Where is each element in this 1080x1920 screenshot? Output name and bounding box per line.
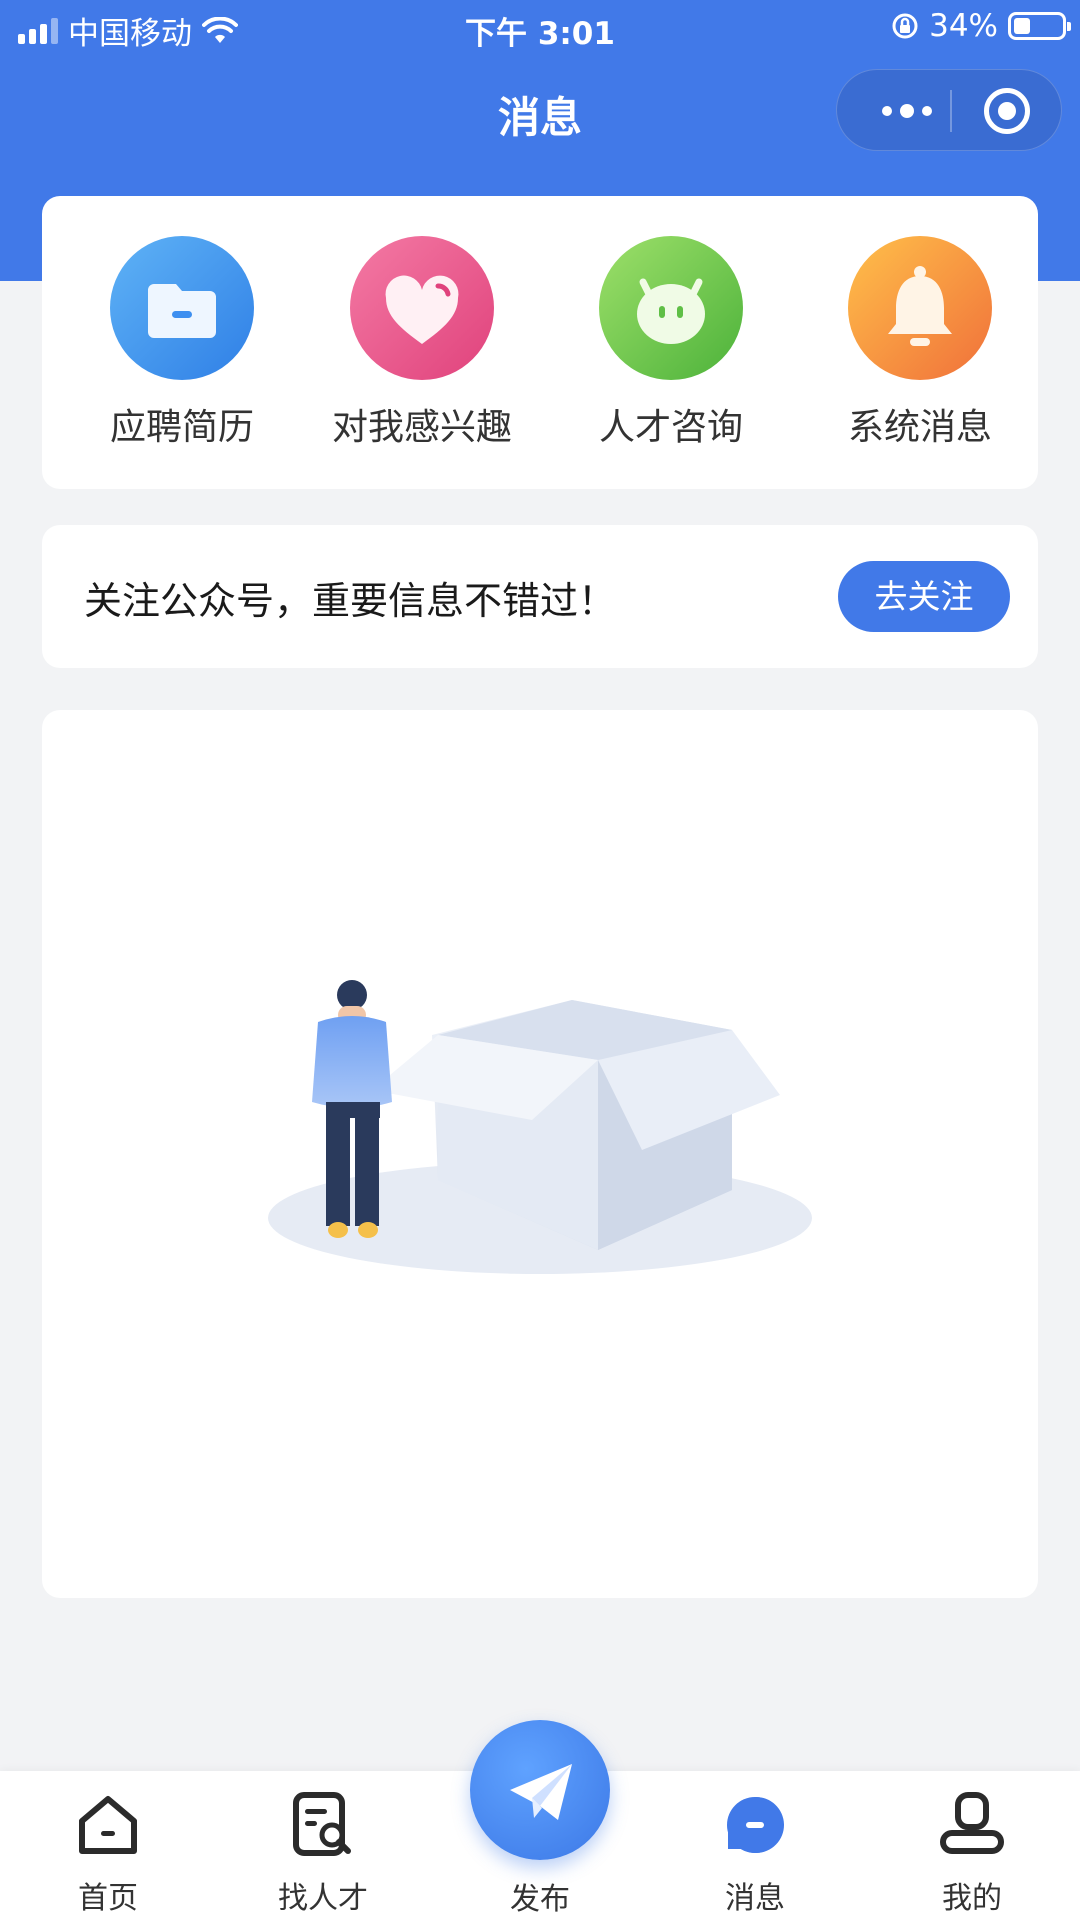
quick-action-resume[interactable]: 应聘简历 <box>72 236 292 450</box>
tab-mine[interactable]: 我的 <box>897 1789 1047 1917</box>
quick-actions-card: 应聘简历 对我感兴趣 人才咨询 系统消息 <box>42 196 1038 489</box>
tab-messages[interactable]: 消息 <box>680 1789 830 1917</box>
heart-icon <box>350 236 494 380</box>
tab-label: 找人才 <box>278 1881 368 1916</box>
tab-find-talent[interactable]: 找人才 <box>248 1789 398 1917</box>
tab-home[interactable]: 首页 <box>33 1789 183 1917</box>
empty-state-illustration <box>268 980 812 1274</box>
rotation-lock-icon <box>892 13 918 39</box>
message-list-card <box>42 710 1038 1598</box>
quick-action-system[interactable]: 系统消息 <box>810 236 1030 450</box>
paper-plane-icon <box>510 1764 572 1820</box>
search-document-icon <box>288 1789 358 1859</box>
quick-action-consult[interactable]: 人才咨询 <box>561 236 781 450</box>
folder-icon <box>110 236 254 380</box>
follow-button[interactable]: 去关注 <box>838 561 1010 632</box>
follow-banner-text: 关注公众号，重要信息不错过！ <box>84 579 617 623</box>
bell-icon <box>848 236 992 380</box>
quick-action-label: 系统消息 <box>847 407 992 448</box>
quick-action-interested[interactable]: 对我感兴趣 <box>312 236 532 450</box>
user-icon <box>937 1789 1007 1859</box>
quick-action-label: 对我感兴趣 <box>331 407 512 448</box>
battery-icon <box>1008 12 1071 40</box>
smiley-devil-icon <box>599 236 743 380</box>
more-dots-icon[interactable] <box>867 70 947 152</box>
target-icon[interactable] <box>984 88 1030 134</box>
tab-label: 我的 <box>942 1881 1002 1916</box>
tab-label: 首页 <box>78 1881 138 1916</box>
quick-action-label: 应聘简历 <box>109 407 254 448</box>
follow-banner: 关注公众号，重要信息不错过！ 去关注 <box>42 525 1038 668</box>
battery-percent: 34% <box>929 8 998 44</box>
home-icon <box>73 1789 143 1859</box>
tab-label: 消息 <box>725 1881 785 1916</box>
quick-action-label: 人才咨询 <box>598 407 743 448</box>
status-bar: 中国移动 下午 3:01 34% <box>0 0 1080 56</box>
mini-program-capsule <box>836 69 1062 151</box>
publish-label: 发布 <box>510 1882 570 1917</box>
message-bubble-icon <box>720 1789 790 1859</box>
capsule-divider <box>950 90 952 132</box>
publish-button[interactable] <box>470 1720 610 1860</box>
